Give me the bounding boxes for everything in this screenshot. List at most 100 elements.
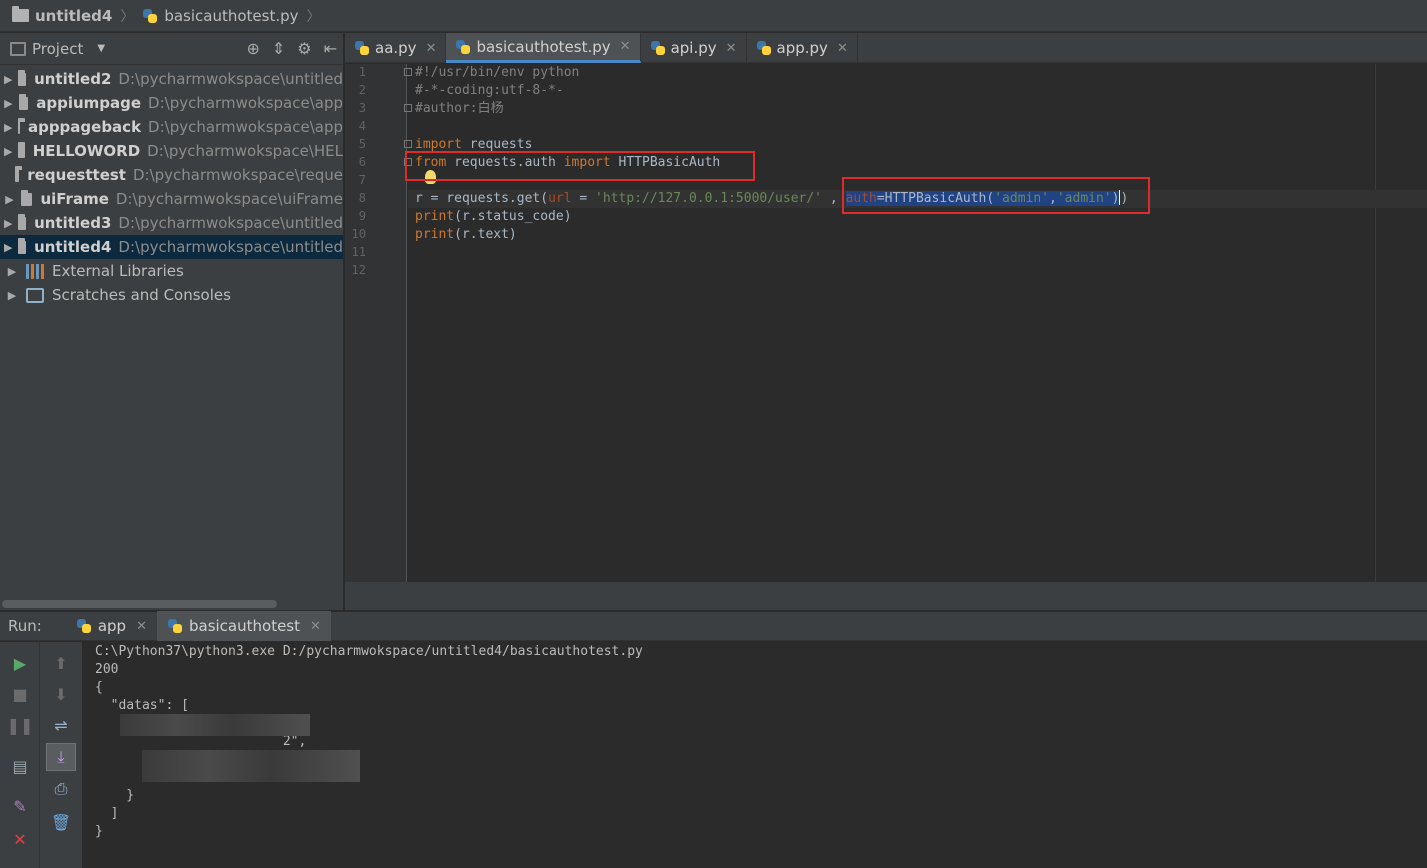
breadcrumb-file[interactable]: basicauthotest.py — [142, 7, 299, 25]
expand-arrow-icon[interactable]: ▶ — [0, 121, 12, 134]
close-icon[interactable]: ✕ — [136, 619, 147, 634]
python-file-icon — [650, 40, 666, 56]
code-line-1: #!/usr/bin/env python — [415, 64, 579, 82]
tree-item-untitled3[interactable]: ▶ untitled3 D:\pycharmwokspace\untitled — [0, 211, 343, 235]
project-panel-title: Project — [32, 39, 84, 58]
tree-item-helloword[interactable]: ▶ HELLOWORD D:\pycharmwokspace\HEL — [0, 139, 343, 163]
run-tab-app[interactable]: app ✕ — [66, 611, 157, 641]
python-file-icon — [455, 39, 471, 55]
soft-wrap-icon[interactable]: ⇌ — [50, 714, 72, 736]
tree-item-name: untitled3 — [34, 214, 112, 232]
run-tab-basicauthotest[interactable]: basicauthotest ✕ — [156, 611, 331, 641]
tab-app-py[interactable]: app.py ✕ — [747, 33, 858, 63]
print-icon[interactable]: ⎙ — [50, 778, 72, 800]
tree-item-name: HELLOWORD — [32, 142, 141, 160]
tree-item-requesttest[interactable]: requesttest D:\pycharmwokspace\reque — [0, 163, 343, 187]
tree-item-path: D:\pycharmwokspace\untitled — [118, 238, 343, 256]
arrow-down-icon[interactable]: ⬇ — [50, 683, 72, 705]
tree-item-external-libraries[interactable]: ▶ External Libraries — [0, 259, 343, 283]
fold-marker-icon[interactable] — [404, 68, 412, 76]
python-file-icon — [756, 40, 772, 56]
pin-icon[interactable]: ✎ — [9, 795, 31, 817]
console-line: } — [95, 788, 135, 803]
code-line-2: #-*-coding:utf-8-*- — [415, 82, 564, 100]
code-text: (r.status_code) — [454, 209, 572, 224]
tree-item-name: untitled2 — [34, 70, 112, 88]
annotation-box-auth — [842, 177, 1150, 214]
horizontal-scrollbar[interactable] — [2, 600, 277, 608]
project-tree: ▶ untitled2 D:\pycharmwokspace\untitled … — [0, 65, 343, 307]
line-number: 6 — [358, 155, 366, 169]
keyword: import — [415, 137, 462, 152]
collapse-all-icon[interactable]: ⇕ — [272, 39, 285, 58]
close-icon[interactable]: ✕ — [837, 41, 848, 56]
code-text: r = requests.get( — [415, 191, 549, 206]
comment: #-*-coding:utf-8-*- — [415, 83, 564, 98]
tab-label: api.py — [670, 39, 717, 57]
expand-arrow-icon[interactable]: ▶ — [0, 289, 20, 302]
expand-arrow-icon[interactable]: ▶ — [0, 217, 12, 230]
hide-panel-icon[interactable]: ⇤ — [324, 39, 337, 58]
code-text: = — [571, 191, 596, 206]
locate-file-icon[interactable]: ⊕ — [246, 39, 259, 58]
fold-marker-icon[interactable] — [404, 104, 412, 112]
python-file-icon — [76, 618, 92, 634]
code-line-9: print(r.status_code) — [415, 208, 572, 226]
tree-item-name: Scratches and Consoles — [52, 286, 231, 304]
expand-arrow-icon[interactable]: ▶ — [0, 97, 13, 110]
close-icon[interactable]: ✕ — [310, 619, 321, 634]
close-icon[interactable]: ✕ — [620, 39, 631, 54]
expand-arrow-icon[interactable]: ▶ — [0, 193, 15, 206]
tree-item-appiumpage[interactable]: ▶ appiumpage D:\pycharmwokspace\app — [0, 91, 343, 115]
console-line: C:\Python37\python3.exe D:/pycharmwokspa… — [95, 644, 643, 659]
tree-item-apppageback[interactable]: ▶ apppageback D:\pycharmwokspace\app — [0, 115, 343, 139]
project-view-selector[interactable]: Project ▼ — [10, 40, 105, 58]
folder-icon — [20, 189, 33, 206]
project-icon — [10, 41, 26, 56]
tab-aa-py[interactable]: aa.py ✕ — [345, 33, 447, 63]
tree-item-uiframe[interactable]: ▶ uiFrame D:\pycharmwokspace\uiFrame — [0, 187, 343, 211]
line-number: 7 — [358, 173, 366, 187]
trash-icon[interactable]: 🗑 — [50, 811, 72, 833]
breadcrumb-project[interactable]: untitled4 — [12, 6, 112, 25]
comment: #author:白杨 — [415, 101, 504, 116]
expand-arrow-icon[interactable]: ▶ — [0, 265, 20, 278]
expand-arrow-icon[interactable]: ▶ — [0, 73, 12, 86]
run-console[interactable]: C:\Python37\python3.exe D:/pycharmwokspa… — [82, 642, 1427, 868]
annotation-box-import — [405, 151, 755, 181]
close-icon[interactable]: ✕ — [726, 41, 737, 56]
tree-item-path: D:\pycharmwokspace\app — [148, 94, 343, 112]
tree-item-name: untitled4 — [34, 238, 112, 256]
code-editor[interactable]: 1 2 3 4 5 6 7 8 9 10 11 12 #!/usr/bin/en… — [345, 64, 1427, 582]
project-panel: Project ▼ ⊕ ⇕ ⚙ ⇤ ▶ untitled2 D:\pycharm… — [0, 33, 344, 610]
expand-arrow-icon[interactable]: ▶ — [0, 241, 12, 254]
comment: #!/usr/bin/env python — [415, 65, 580, 80]
scratches-icon — [26, 287, 44, 303]
close-icon[interactable]: ✕ — [9, 828, 31, 850]
tree-item-scratches[interactable]: ▶ Scratches and Consoles — [0, 283, 343, 307]
run-label: Run: — [8, 617, 42, 635]
layout-icon[interactable]: ▤ — [9, 755, 31, 777]
fold-marker-icon[interactable] — [404, 140, 412, 148]
console-line: { — [95, 680, 103, 695]
tree-item-untitled4[interactable]: ▶ untitled4 D:\pycharmwokspace\untitled — [0, 235, 343, 259]
run-panel-header: Run: app ✕ basicauthotest ✕ — [0, 611, 1427, 641]
tree-item-path: D:\pycharmwokspace\app — [148, 118, 343, 136]
line-number: 2 — [358, 83, 366, 97]
python-file-icon — [142, 8, 158, 24]
pause-icon[interactable]: ❚❚ — [7, 714, 34, 736]
scroll-to-end-icon[interactable]: ⤓ — [46, 743, 76, 771]
run-icon[interactable]: ▶ — [9, 652, 31, 674]
gear-icon[interactable]: ⚙ — [297, 39, 311, 58]
stop-icon[interactable]: ■ — [9, 683, 31, 705]
project-panel-header: Project ▼ ⊕ ⇕ ⚙ ⇤ — [0, 33, 343, 65]
expand-arrow-icon[interactable]: ▶ — [0, 145, 12, 158]
breadcrumb-separator-icon: 〉 — [120, 8, 135, 25]
tree-item-untitled2[interactable]: ▶ untitled2 D:\pycharmwokspace\untitled — [0, 67, 343, 91]
close-icon[interactable]: ✕ — [426, 41, 437, 56]
line-number: 1 — [358, 65, 366, 79]
arrow-up-icon[interactable]: ⬆ — [50, 652, 72, 674]
tab-basicauthotest-py[interactable]: basicauthotest.py ✕ — [446, 33, 641, 63]
tab-api-py[interactable]: api.py ✕ — [641, 33, 747, 63]
tree-item-path: D:\pycharmwokspace\reque — [132, 166, 343, 184]
